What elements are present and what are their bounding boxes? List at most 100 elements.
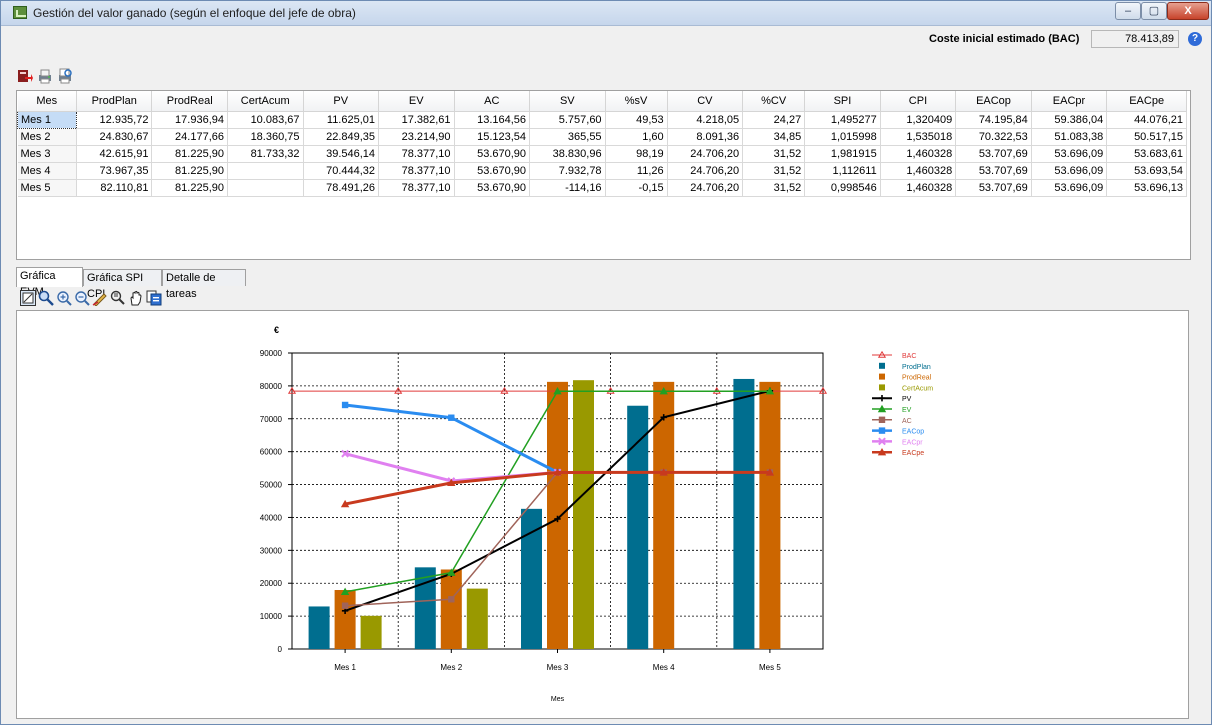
zoom-icon[interactable]: [38, 290, 54, 306]
table-cell[interactable]: 51.083,38: [1031, 128, 1108, 146]
table-cell[interactable]: 24.177,66: [151, 128, 228, 146]
table-cell[interactable]: 53.683,61: [1106, 145, 1187, 163]
table-cell[interactable]: 98,19: [605, 145, 668, 163]
select-icon[interactable]: [20, 290, 36, 306]
table-cell[interactable]: [227, 179, 304, 197]
table-cell[interactable]: 1,460328: [880, 145, 957, 163]
table-cell[interactable]: 53.696,09: [1031, 145, 1108, 163]
print-icon[interactable]: [37, 68, 53, 84]
close-button[interactable]: X: [1167, 2, 1209, 20]
column-header[interactable]: CertAcum: [227, 91, 304, 112]
table-cell[interactable]: 81.225,90: [151, 145, 228, 163]
table-cell[interactable]: 1,460328: [880, 162, 957, 180]
table-cell[interactable]: 24,27: [742, 111, 806, 129]
table-cell[interactable]: 31,52: [742, 179, 806, 197]
table-cell[interactable]: 1,535018: [880, 128, 957, 146]
export-icon[interactable]: [17, 68, 33, 84]
find-icon[interactable]: [110, 290, 126, 306]
table-cell[interactable]: 1,112611: [804, 162, 881, 180]
table-cell[interactable]: 24.706,20: [667, 145, 744, 163]
table-cell[interactable]: 81.733,32: [227, 145, 304, 163]
table-row[interactable]: Mes 2 24.830,67 24.177,66 18.360,75 22.849,3…: [17, 128, 1187, 146]
tab-grafica-evm[interactable]: Gráfica EVM: [16, 267, 83, 298]
table-cell[interactable]: 44.076,21: [1106, 111, 1187, 129]
row-header-cell[interactable]: Mes 4: [17, 162, 77, 180]
table-cell[interactable]: 49,53: [605, 111, 668, 129]
table-cell[interactable]: 70.444,32: [303, 162, 380, 180]
table-cell[interactable]: 1,320409: [880, 111, 957, 129]
table-cell[interactable]: 31,52: [742, 145, 806, 163]
table-cell[interactable]: 23.214,90: [378, 128, 455, 146]
table-cell[interactable]: 70.322,53: [955, 128, 1032, 146]
copy-icon[interactable]: [146, 290, 162, 306]
column-header[interactable]: EV: [378, 91, 455, 112]
table-cell[interactable]: 18.360,75: [227, 128, 304, 146]
table-cell[interactable]: 13.164,56: [454, 111, 531, 129]
table-cell[interactable]: 78.491,26: [303, 179, 380, 197]
table-cell[interactable]: 365,55: [529, 128, 606, 146]
table-cell[interactable]: 24.830,67: [76, 128, 153, 146]
table-cell[interactable]: 53.670,90: [454, 179, 531, 197]
table-cell[interactable]: 38.830,96: [529, 145, 606, 163]
minimize-button[interactable]: –: [1115, 2, 1141, 20]
table-cell[interactable]: -0,15: [605, 179, 668, 197]
table-cell[interactable]: -114,16: [529, 179, 606, 197]
table-cell[interactable]: 22.849,35: [303, 128, 380, 146]
table-cell[interactable]: 34,85: [742, 128, 806, 146]
pan-icon[interactable]: [128, 290, 144, 306]
table-cell[interactable]: 4.218,05: [667, 111, 744, 129]
table-cell[interactable]: 1,981915: [804, 145, 881, 163]
table-cell[interactable]: 15.123,54: [454, 128, 531, 146]
table-cell[interactable]: 50.517,15: [1106, 128, 1187, 146]
draw-icon[interactable]: [92, 290, 108, 306]
table-cell[interactable]: 42.615,91: [76, 145, 153, 163]
table-cell[interactable]: 53.696,13: [1106, 179, 1187, 197]
table-cell[interactable]: 8.091,36: [667, 128, 744, 146]
table-cell[interactable]: 81.225,90: [151, 179, 228, 197]
table-row[interactable]: Mes 3 42.615,91 81.225,90 81.733,32 39.546,1…: [17, 145, 1187, 163]
zoom-out-icon[interactable]: [74, 290, 90, 306]
table-cell[interactable]: 59.386,04: [1031, 111, 1108, 129]
table-cell[interactable]: 1,60: [605, 128, 668, 146]
table-cell[interactable]: 17.382,61: [378, 111, 455, 129]
table-cell[interactable]: 0,998546: [804, 179, 881, 197]
table-cell[interactable]: 78.377,10: [378, 179, 455, 197]
row-header-cell[interactable]: Mes 5: [17, 179, 77, 197]
maximize-button[interactable]: ▢: [1141, 2, 1167, 20]
column-header[interactable]: ProdPlan: [76, 91, 153, 112]
evm-data-grid[interactable]: Mes ProdPlan ProdReal CertAcum PV EV AC SV %sV CV…: [16, 90, 1191, 260]
column-header[interactable]: %sV: [605, 91, 668, 112]
column-header[interactable]: ProdReal: [151, 91, 228, 112]
table-cell[interactable]: 17.936,94: [151, 111, 228, 129]
table-cell[interactable]: 24.706,20: [667, 162, 744, 180]
table-cell[interactable]: 53.696,09: [1031, 162, 1108, 180]
table-cell[interactable]: 78.377,10: [378, 162, 455, 180]
table-cell[interactable]: 53.693,54: [1106, 162, 1187, 180]
table-row[interactable]: Mes 4 73.967,35 81.225,90 70.444,32 78.377,1…: [17, 162, 1187, 180]
table-cell[interactable]: 1,495277: [804, 111, 881, 129]
table-cell[interactable]: 53.707,69: [955, 179, 1032, 197]
column-header[interactable]: SPI: [804, 91, 881, 112]
table-cell[interactable]: 24.706,20: [667, 179, 744, 197]
row-header-cell[interactable]: Mes 1: [17, 111, 77, 129]
table-cell[interactable]: 12.935,72: [76, 111, 153, 129]
column-header[interactable]: AC: [454, 91, 531, 112]
table-cell[interactable]: 31,52: [742, 162, 806, 180]
print-preview-icon[interactable]: [57, 68, 73, 84]
column-header[interactable]: EACpe: [1106, 91, 1187, 112]
column-header[interactable]: SV: [529, 91, 606, 112]
table-cell[interactable]: 78.377,10: [378, 145, 455, 163]
table-cell[interactable]: 1,460328: [880, 179, 957, 197]
column-header[interactable]: CPI: [880, 91, 957, 112]
table-cell[interactable]: 11,26: [605, 162, 668, 180]
table-cell[interactable]: 53.670,90: [454, 145, 531, 163]
table-row[interactable]: Mes 1 12.935,72 17.936,94 10.083,67 11.625,0…: [17, 111, 1187, 129]
table-cell[interactable]: 1,015998: [804, 128, 881, 146]
row-header-cell[interactable]: Mes 2: [17, 128, 77, 146]
table-cell[interactable]: 11.625,01: [303, 111, 380, 129]
column-header[interactable]: PV: [303, 91, 380, 112]
row-header-cell[interactable]: Mes 3: [17, 145, 77, 163]
table-row[interactable]: Mes 5 82.110,81 81.225,90 78.491,26 78.377,1…: [17, 179, 1187, 197]
table-cell[interactable]: 39.546,14: [303, 145, 380, 163]
table-cell[interactable]: 10.083,67: [227, 111, 304, 129]
